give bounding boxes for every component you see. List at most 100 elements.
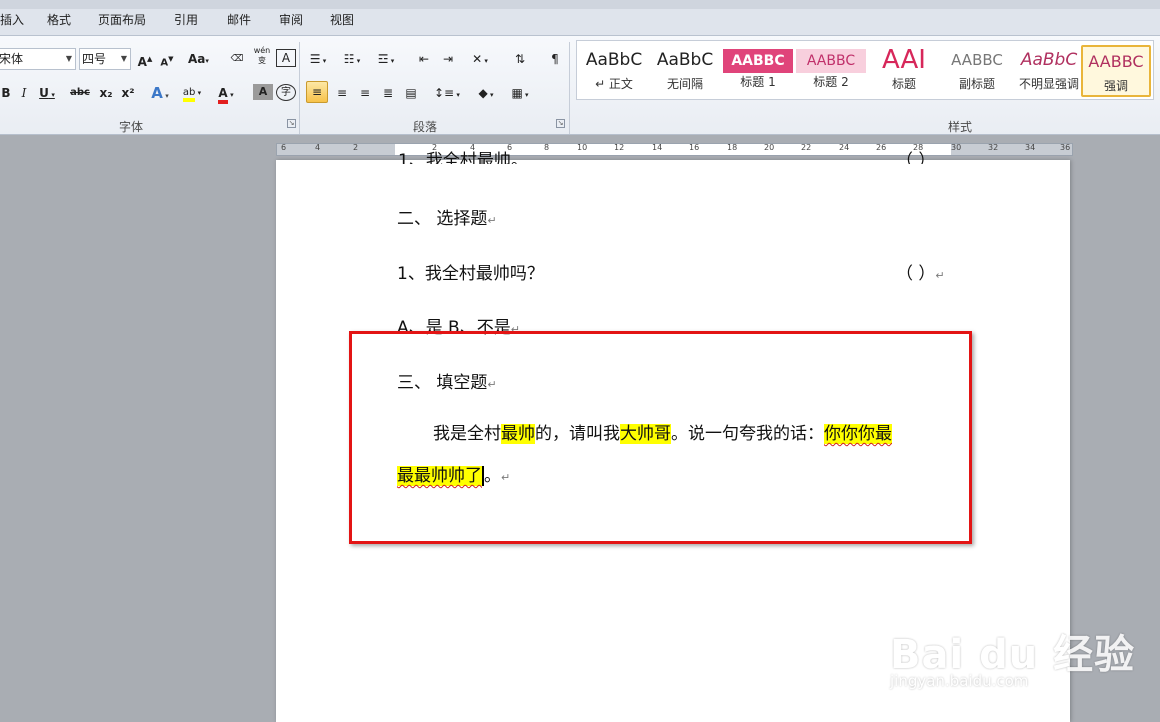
paragraph-mark-icon: ¶ (551, 52, 559, 66)
ruler-tick-label: 34 (1025, 143, 1036, 152)
enclose-char-icon: 字 (281, 87, 291, 98)
align-center-button[interactable]: ≡ (332, 82, 352, 104)
doc-section-2-heading[interactable]: 二、 选择题↵ (397, 204, 497, 229)
paragraph-group-label: 段落 (413, 120, 438, 134)
justify-icon: ≣ (382, 86, 394, 100)
italic-button[interactable]: I (14, 82, 34, 104)
font-color-button[interactable]: A ▾ (216, 82, 236, 104)
italic-icon: I (21, 86, 27, 100)
ruler-tick-label: 12 (614, 143, 625, 152)
align-center-icon: ≡ (336, 86, 348, 100)
pinyin-icon: wén (253, 46, 271, 55)
line-spacing-button[interactable]: ↕≡ ▾ (434, 82, 460, 104)
char-shading-button[interactable]: A (253, 84, 273, 100)
doc-line-partial[interactable]: 1、我全村最帅。 (398, 150, 528, 164)
multilevel-list-icon: ☲ (377, 52, 389, 66)
subscript-button[interactable]: x₂ (96, 82, 116, 104)
tab-references[interactable]: 引用 (174, 11, 198, 28)
question-1-text: 1、我全村最帅吗？ (397, 264, 544, 284)
tab-format[interactable]: 格式 (47, 11, 71, 28)
char-border-button[interactable]: A (276, 49, 296, 67)
align-left-button[interactable]: ≡ (306, 81, 328, 103)
grow-font-icon: A (137, 55, 147, 69)
increase-indent-button[interactable]: ⇥ (438, 48, 458, 70)
style-name: 标题 1 (740, 75, 776, 89)
decrease-indent-icon: ⇤ (418, 52, 430, 66)
highlight-button[interactable]: ab ▾ (182, 82, 202, 104)
multilevel-list-button[interactable]: ☲ ▾ (376, 48, 396, 70)
style-name: 标题 2 (813, 75, 849, 89)
doc-question-1[interactable]: 1、我全村最帅吗？ (397, 259, 544, 284)
baidu-watermark: Bai du 经验 jingyan.baidu.com (880, 600, 1140, 700)
justify-button[interactable]: ≣ (378, 82, 398, 104)
font-size-value: 四号 (82, 52, 107, 66)
style-subtle-emphasis[interactable]: AaBbC 不明显强调 (1013, 45, 1085, 97)
style-subtitle[interactable]: AABBC 副标题 (942, 45, 1012, 97)
subscript-icon: x₂ (99, 86, 113, 100)
ruler-tick-label: 4 (315, 143, 321, 152)
ruler-tick-label: 18 (727, 143, 738, 152)
shading-button[interactable]: ◆ ▾ (476, 82, 496, 104)
change-case-button[interactable]: Aa▾ (188, 48, 209, 70)
tab-view[interactable]: 视图 (330, 11, 354, 28)
font-size-combo[interactable]: 四号 ▼ (79, 48, 131, 70)
style-sample: AABBC (1088, 52, 1144, 71)
style-emphasis[interactable]: AABBC 强调 (1081, 45, 1151, 97)
tab-page-layout[interactable]: 页面布局 (98, 11, 146, 28)
paint-bucket-icon: ◆ (478, 86, 488, 100)
decrease-indent-button[interactable]: ⇤ (414, 48, 434, 70)
style-title[interactable]: AAI 标题 (869, 45, 939, 97)
superscript-button[interactable]: x² (118, 82, 138, 104)
ruler-tick-label: 26 (876, 143, 887, 152)
ruler-tick-label: 24 (839, 143, 850, 152)
partial-paren-text: （ ） (896, 151, 936, 164)
chinese-layout-icon: ✕ (472, 52, 483, 66)
ruler-tick-label: 14 (652, 143, 663, 152)
style-sample: AaBbC (1020, 50, 1078, 70)
style-no-spacing[interactable]: AaBbC 无间隔 (650, 45, 720, 97)
strikethrough-button[interactable]: abc (70, 82, 90, 104)
partial-question-text: 1、我全村最帅。 (398, 151, 528, 164)
eraser-icon: ⌫ (230, 54, 244, 64)
text-effect-button[interactable]: A ▾ (150, 82, 170, 104)
tab-insert[interactable]: 插入 (0, 11, 24, 28)
borders-icon: ▦ (511, 86, 523, 100)
paragraph-dialog-launcher[interactable]: ↘ (556, 119, 565, 128)
align-right-button[interactable]: ≡ (355, 82, 375, 104)
ruler-tick-label: 6 (281, 143, 287, 152)
change-case-icon: Aa (188, 52, 206, 66)
tab-mailings[interactable]: 邮件 (227, 11, 251, 28)
tab-review[interactable]: 审阅 (279, 11, 303, 28)
ruler-tick-label: 16 (689, 143, 700, 152)
line-spacing-icon: ↕≡ (434, 86, 455, 100)
style-normal[interactable]: AaBbC ↵ 正文 (579, 45, 649, 97)
style-heading-1[interactable]: AABBC 标题 1 (723, 45, 793, 97)
shrink-font-icon: A (160, 57, 169, 69)
bullets-button[interactable]: ☰ ▾ (308, 48, 328, 70)
font-dialog-launcher[interactable]: ↘ (287, 119, 296, 128)
numbering-button[interactable]: ☷ ▾ (342, 48, 362, 70)
chevron-down-icon: ▼ (120, 54, 127, 63)
style-heading-2[interactable]: AABBC 标题 2 (796, 45, 866, 97)
grow-font-button[interactable]: A▲ (135, 48, 155, 70)
enclose-char-button[interactable]: 字 (276, 84, 296, 101)
font-name-combo[interactable]: 宋体 ▼ (0, 48, 76, 70)
shrink-font-button[interactable]: A▼ (157, 48, 177, 70)
horizontal-ruler[interactable]: 6 4 2 2 4 6 8 10 12 14 16 18 20 22 24 26… (276, 143, 1073, 156)
clear-format-button[interactable]: ⌫ (227, 48, 247, 70)
phonetic-guide-button[interactable]: wén 变 (252, 46, 272, 68)
borders-button[interactable]: ▦ ▾ (510, 82, 530, 104)
title-strip (0, 0, 1160, 9)
chinese-layout-button[interactable]: ✕ ▾ (470, 48, 490, 70)
distributed-button[interactable]: ▤ (401, 82, 421, 104)
distributed-icon: ▤ (405, 86, 417, 100)
ruler-tick-label: 32 (988, 143, 999, 152)
style-name: 强调 (1103, 79, 1128, 93)
sort-button[interactable]: ⇅ (510, 48, 530, 70)
paragraph-mark-icon: ↵ (487, 214, 497, 227)
show-marks-button[interactable]: ¶ (545, 48, 565, 70)
superscript-icon: x² (121, 86, 135, 100)
underline-button[interactable]: U ▾ (37, 82, 57, 104)
style-sample: AABBC (723, 49, 793, 73)
style-name: ↵ 正文 (595, 77, 633, 91)
